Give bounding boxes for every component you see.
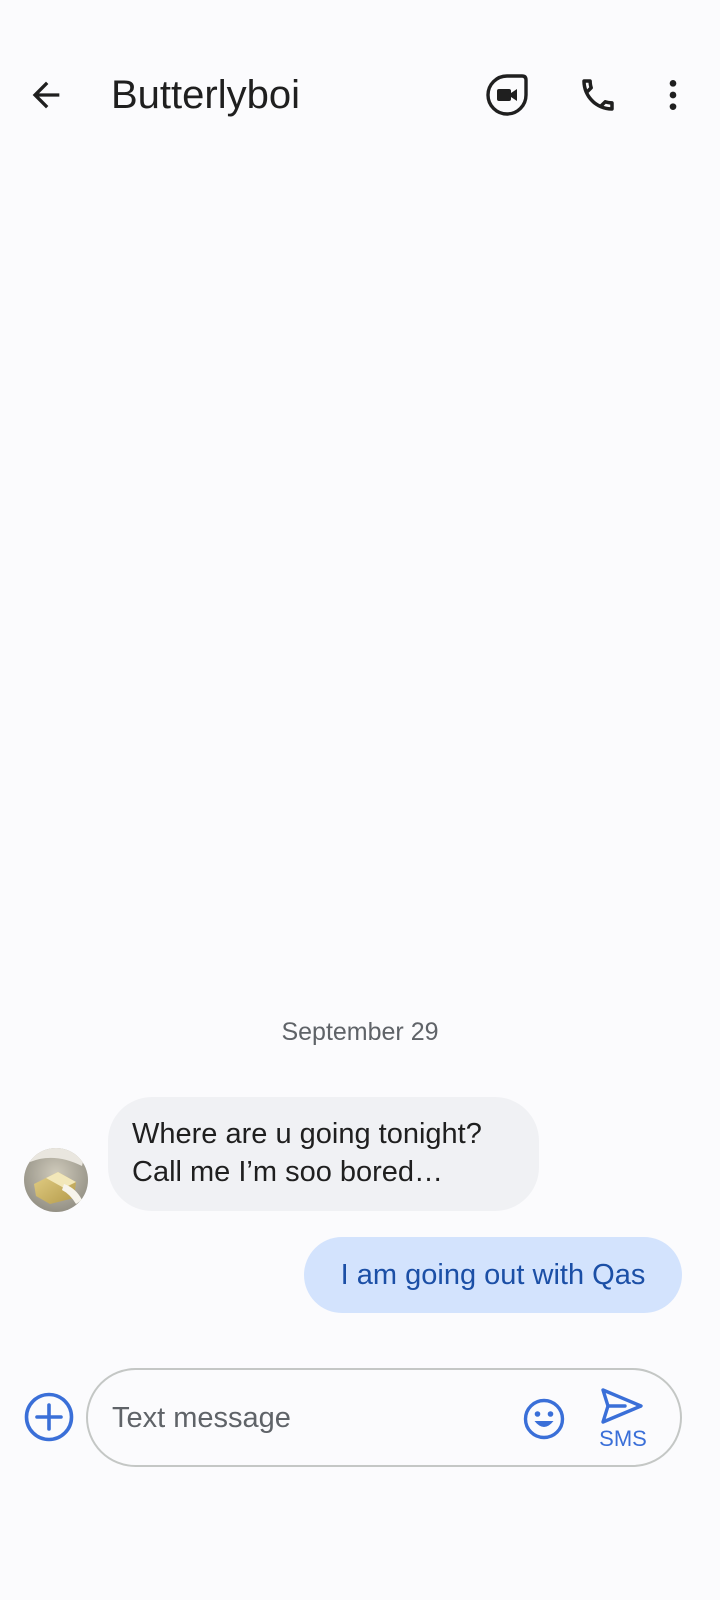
messages-screen: Butterlyboi September 29 Where are u goi…: [0, 0, 720, 1600]
video-call-button[interactable]: [477, 65, 537, 125]
incoming-message-bubble[interactable]: Where are u going tonight? Call me I’m s…: [108, 1097, 539, 1211]
app-bar: Butterlyboi: [0, 50, 720, 140]
message-composer: SMS: [86, 1368, 682, 1467]
more-vert-icon: [669, 80, 677, 110]
message-text: I am going out with Qas: [340, 1259, 646, 1291]
conversation-title: Butterlyboi: [111, 73, 300, 117]
date-separator: September 29: [281, 1018, 439, 1046]
back-button[interactable]: [18, 67, 74, 123]
video-call-icon: [486, 74, 528, 116]
send-mode-label: SMS: [599, 1426, 647, 1451]
call-button[interactable]: [568, 65, 628, 125]
send-icon: [601, 1388, 643, 1424]
emoji-icon: [523, 1398, 565, 1440]
more-options-button[interactable]: [643, 65, 703, 125]
add-circle-icon: [24, 1392, 74, 1442]
arrow-back-icon: [32, 81, 60, 109]
add-attachment-button[interactable]: [20, 1388, 78, 1446]
outgoing-message-bubble[interactable]: I am going out with Qas: [304, 1237, 682, 1313]
send-button[interactable]: SMS: [585, 1384, 661, 1454]
message-text-line: Call me I’m soo bored…: [132, 1156, 444, 1188]
phone-icon: [582, 79, 614, 111]
emoji-button[interactable]: [518, 1393, 570, 1445]
message-input[interactable]: [112, 1392, 502, 1444]
message-text-line: Where are u going tonight?: [132, 1118, 482, 1150]
contact-avatar[interactable]: [24, 1148, 88, 1212]
